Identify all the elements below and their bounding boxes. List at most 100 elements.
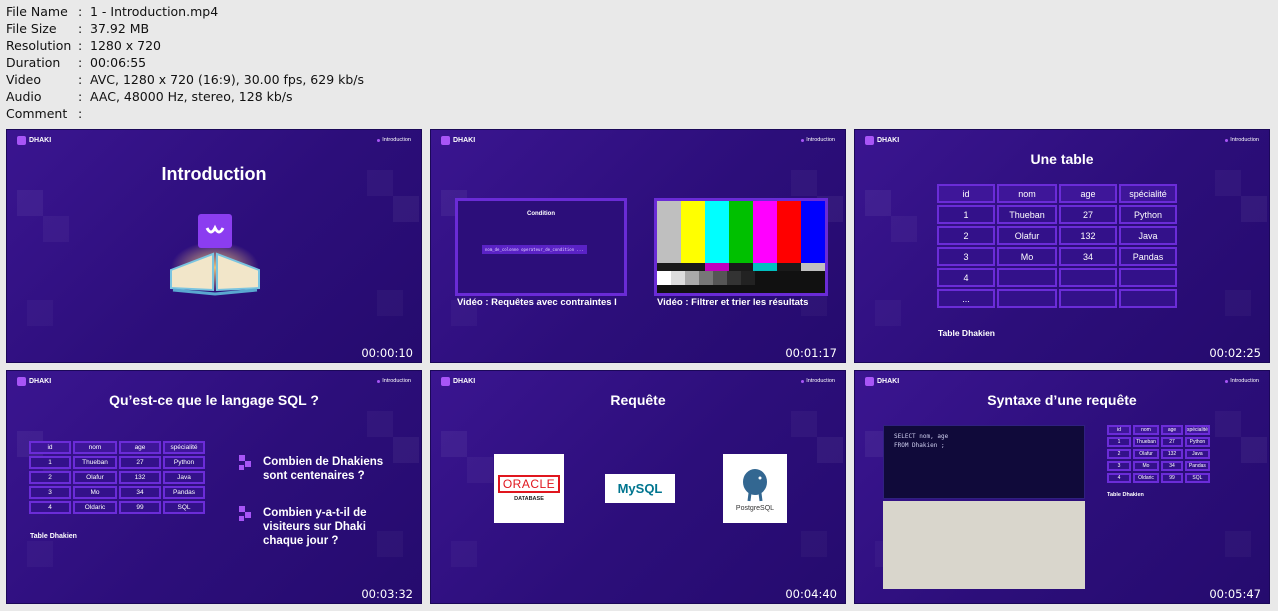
slide-title: Syntaxe d’une requête xyxy=(987,392,1137,408)
table-cell: Pandas xyxy=(1119,247,1177,266)
table-cell: Thueban xyxy=(997,205,1057,224)
table-row: 4 Oldaric 99 SQL xyxy=(1107,473,1210,483)
table-header-cell: spécialité xyxy=(163,441,205,454)
elephant-icon xyxy=(741,467,769,502)
table-cell: 1 xyxy=(937,205,995,224)
table-header-row: id nom age spécialité xyxy=(29,441,205,454)
thumbnail-6[interactable]: DHAKI Introduction Syntaxe d’une requête… xyxy=(854,370,1270,604)
table-cell: 132 xyxy=(1161,449,1183,459)
caption-left: Vidéo : Requêtes avec contraintes l xyxy=(457,297,617,308)
table-cell: 4 xyxy=(1107,473,1131,483)
table-header-cell: nom xyxy=(1133,425,1159,435)
meta-row: Resolution:1280 x 720 xyxy=(6,37,364,54)
table-row: ... xyxy=(937,289,1177,308)
color-bars-preview xyxy=(654,198,828,296)
meta-separator: : xyxy=(78,21,83,36)
meta-row: Audio: AAC, 48000 Hz, stereo, 128 kb/s xyxy=(6,88,364,105)
meta-value: AAC, 48000 Hz, stereo, 128 kb/s xyxy=(90,89,293,104)
breadcrumb: Introduction xyxy=(1225,137,1259,143)
table-cell: Mo xyxy=(73,486,117,499)
table-cell: Olafur xyxy=(1133,449,1159,459)
table-header-cell: age xyxy=(1161,425,1183,435)
meta-row: File Size:37.92 MB xyxy=(6,20,364,37)
table-cell xyxy=(1059,268,1117,287)
table-header-cell: id xyxy=(937,184,995,203)
table-cell: Python xyxy=(1119,205,1177,224)
meta-value: AVC, 1280 x 720 (16:9), 30.00 fps, 629 k… xyxy=(90,72,365,87)
breadcrumb: Introduction xyxy=(377,378,411,384)
timestamp: 00:01:17 xyxy=(785,346,837,360)
output-panel xyxy=(883,501,1085,589)
dhaki-logo: DHAKI xyxy=(441,136,475,145)
table-cell: Thueban xyxy=(73,456,117,469)
table-cell: Olafur xyxy=(73,471,117,484)
sql-code-block: SELECT nom, age FROM Dhakien ; xyxy=(883,425,1085,499)
dhaki-logo: DHAKI xyxy=(865,377,899,386)
table-cell: 34 xyxy=(119,486,161,499)
table-cell: Oldaric xyxy=(1133,473,1159,483)
table-header-cell: id xyxy=(1107,425,1131,435)
table-cell: 132 xyxy=(1059,226,1117,245)
dhaki-logo: DHAKI xyxy=(17,377,51,386)
table-header-cell: age xyxy=(1059,184,1117,203)
table-cell xyxy=(1059,289,1117,308)
table-cell: 4 xyxy=(937,268,995,287)
table-cell: Pandas xyxy=(163,486,205,499)
meta-value: 37.92 MB xyxy=(90,21,150,36)
table-row: 1 Thueban 27 Python xyxy=(937,205,1177,224)
breadcrumb: Introduction xyxy=(377,137,411,143)
table-row: 4 Oldaric 99 SQL xyxy=(29,501,205,514)
table-header-cell: age xyxy=(119,441,161,454)
meta-key: File Size xyxy=(6,21,57,36)
table-row: 3 Mo 34 Pandas xyxy=(29,486,205,499)
thumbnail-4[interactable]: DHAKI Introduction Qu’est-ce que le lang… xyxy=(6,370,422,604)
table-cell xyxy=(997,268,1057,287)
table-cell: Mo xyxy=(1133,461,1159,471)
table-cell xyxy=(1119,289,1177,308)
thumbnail-1[interactable]: DHAKI Introduction Introduction 00:00:10 xyxy=(6,129,422,363)
pixel-bullet-icon xyxy=(239,506,255,522)
meta-row: File Name:1 - Introduction.mp4 xyxy=(6,3,364,20)
table-row: 3 Mo 34 Pandas xyxy=(937,247,1177,266)
meta-key: Video xyxy=(6,72,42,87)
meta-value: 1 - Introduction.mp4 xyxy=(90,4,219,19)
table-row: 4 xyxy=(937,268,1177,287)
table-header-cell: id xyxy=(29,441,71,454)
meta-separator: : xyxy=(78,55,83,70)
breadcrumb: Introduction xyxy=(801,137,835,143)
meta-value: 1280 x 720 xyxy=(90,38,162,53)
table-row: 2 Olafur 132 Java xyxy=(937,226,1177,245)
table-cell: 2 xyxy=(937,226,995,245)
table-caption: Table Dhakien xyxy=(30,533,77,540)
meta-key: Resolution xyxy=(6,38,72,53)
meta-key: Comment xyxy=(6,106,68,121)
dhakien-table: id nom age spécialité 1 Thueban 27 Python 2 Olafu… xyxy=(1105,423,1212,485)
table-cell: 3 xyxy=(1107,461,1131,471)
meta-separator: : xyxy=(78,38,83,53)
meta-row: Duration:00:06:55 xyxy=(6,54,364,71)
meta-key: File Name xyxy=(6,4,68,19)
table-cell: 99 xyxy=(119,501,161,514)
timestamp: 00:03:32 xyxy=(361,587,413,601)
table-cell: SQL xyxy=(1185,473,1210,483)
table-cell: Olafur xyxy=(997,226,1057,245)
table-cell: 4 xyxy=(29,501,71,514)
table-cell: 132 xyxy=(119,471,161,484)
table-header-cell: nom xyxy=(997,184,1057,203)
table-cell: 99 xyxy=(1161,473,1183,483)
postgresql-logo: PostgreSQL xyxy=(723,454,787,523)
table-cell: Oldaric xyxy=(73,501,117,514)
thumbnail-2[interactable]: DHAKI Introduction Condition nom_de_colo… xyxy=(430,129,846,363)
table-cell: 27 xyxy=(119,456,161,469)
table-cell: Java xyxy=(1119,226,1177,245)
caption-right: Vidéo : Filtrer et trier les résultats xyxy=(657,297,809,308)
slide-title: Requête xyxy=(610,392,666,408)
table-cell: 27 xyxy=(1161,437,1183,447)
timestamp: 00:00:10 xyxy=(361,346,413,360)
table-header-cell: spécialité xyxy=(1119,184,1177,203)
thumbnail-3[interactable]: DHAKI Introduction Une table id nom age spé… xyxy=(854,129,1270,363)
thumbnail-5[interactable]: DHAKI Introduction Requête ORACLE DATABA… xyxy=(430,370,846,604)
table-row: 3 Mo 34 Pandas xyxy=(1107,461,1210,471)
oracle-logo: ORACLE DATABASE xyxy=(494,454,564,523)
bullet-question-1: Combien de Dhakiens sont centenaires ? xyxy=(239,455,399,483)
